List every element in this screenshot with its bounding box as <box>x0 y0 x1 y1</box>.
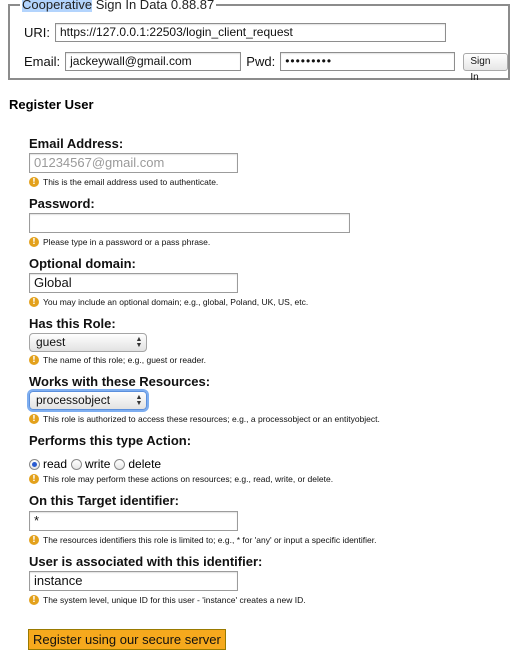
action-option-write[interactable]: write <box>71 457 110 471</box>
uri-row: URI: https://127.0.0.1:22503/login_clien… <box>24 23 446 42</box>
resources-hint-text: This role is authorized to access these … <box>43 414 380 424</box>
password-label: Password: <box>29 196 95 211</box>
info-icon: ! <box>29 297 39 307</box>
domain-label: Optional domain: <box>29 256 136 271</box>
radio-read-label: read <box>43 457 68 471</box>
sign-in-button[interactable]: Sign In <box>463 52 509 83</box>
role-selected-value: guest <box>36 335 66 349</box>
email-address-label: Email Address: <box>29 136 124 151</box>
role-select[interactable]: guest ▲ ▼ <box>29 333 147 352</box>
email-hint: ! This is the email address used to authe… <box>29 177 218 187</box>
target-hint: ! The resources identifiers this role is … <box>29 535 376 545</box>
radio-write[interactable] <box>71 458 83 470</box>
signin-panel: Cooperative Sign In Data 0.88.87 URI: ht… <box>8 0 510 83</box>
up-down-arrows-icon: ▲ ▼ <box>135 335 143 349</box>
action-option-read[interactable]: read <box>29 457 67 471</box>
radio-delete[interactable] <box>114 458 126 470</box>
pwd-label: Pwd: <box>246 54 276 69</box>
identifier-hint-text: The system level, unique ID for this use… <box>43 595 306 605</box>
domain-hint-text: You may include an optional domain; e.g.… <box>43 297 309 307</box>
identifier-input[interactable]: instance <box>29 571 238 591</box>
identifier-hint: ! The system level, unique ID for this us… <box>29 595 306 605</box>
page-title: Register User <box>9 97 94 112</box>
credentials-row: Email: jackeywall@gmail.com Pwd: •••••••… <box>24 52 509 83</box>
info-icon: ! <box>29 355 39 365</box>
email-label: Email: <box>24 54 61 69</box>
info-icon: ! <box>29 474 39 484</box>
target-input[interactable]: * <box>29 511 238 531</box>
action-radio-group: read write delete <box>29 457 165 471</box>
up-down-arrows-icon: ▲ ▼ <box>135 393 143 407</box>
info-icon: ! <box>29 414 39 424</box>
resources-hint: ! This role is authorized to access these… <box>29 414 380 424</box>
role-hint-text: The name of this role; e.g., guest or re… <box>43 355 207 365</box>
action-hint: ! This role may perform these actions on … <box>29 474 333 484</box>
role-hint: ! The name of this role; e.g., guest or r… <box>29 355 206 365</box>
info-icon: ! <box>29 177 39 187</box>
domain-hint: ! You may include an optional domain; e.g… <box>29 297 308 307</box>
target-hint-text: The resources identifiers this role is l… <box>43 535 377 545</box>
resources-label: Works with these Resources: <box>29 374 211 389</box>
signin-legend: Cooperative Sign In Data 0.88.87 <box>20 0 217 13</box>
domain-input[interactable]: Global <box>29 273 238 293</box>
uri-label: URI: <box>24 25 50 40</box>
legend-text: Sign In Data 0.88.87 <box>92 0 215 12</box>
resources-selected-value: processobject <box>36 393 111 407</box>
info-icon: ! <box>29 535 39 545</box>
register-button[interactable]: Register using our secure server <box>28 629 226 650</box>
action-label: Performs this type Action: <box>29 433 192 448</box>
email-hint-text: This is the email address used to authen… <box>43 177 219 187</box>
role-label: Has this Role: <box>29 316 116 331</box>
email-address-input[interactable]: 01234567@gmail.com <box>29 153 238 173</box>
action-hint-text: This role may perform these actions on r… <box>43 474 334 484</box>
radio-delete-label: delete <box>128 457 162 471</box>
target-label: On this Target identifier: <box>29 493 179 508</box>
radio-read[interactable] <box>29 458 40 470</box>
legend-selected-text: Cooperative <box>22 0 93 12</box>
signin-password-input[interactable]: ••••••••• <box>280 52 456 71</box>
info-icon: ! <box>29 237 39 247</box>
identifier-label: User is associated with this identifier: <box>29 554 263 569</box>
info-icon: ! <box>29 595 39 605</box>
password-input[interactable] <box>29 213 350 233</box>
radio-write-label: write <box>85 457 111 471</box>
resources-select[interactable]: processobject ▲ ▼ <box>29 391 147 410</box>
action-option-delete[interactable]: delete <box>114 457 161 471</box>
password-hint: ! Please type in a password or a pass phr… <box>29 237 210 247</box>
password-hint-text: Please type in a password or a pass phra… <box>43 237 211 247</box>
signin-email-input[interactable]: jackeywall@gmail.com <box>65 52 242 71</box>
uri-input[interactable]: https://127.0.0.1:22503/login_client_req… <box>55 23 446 42</box>
